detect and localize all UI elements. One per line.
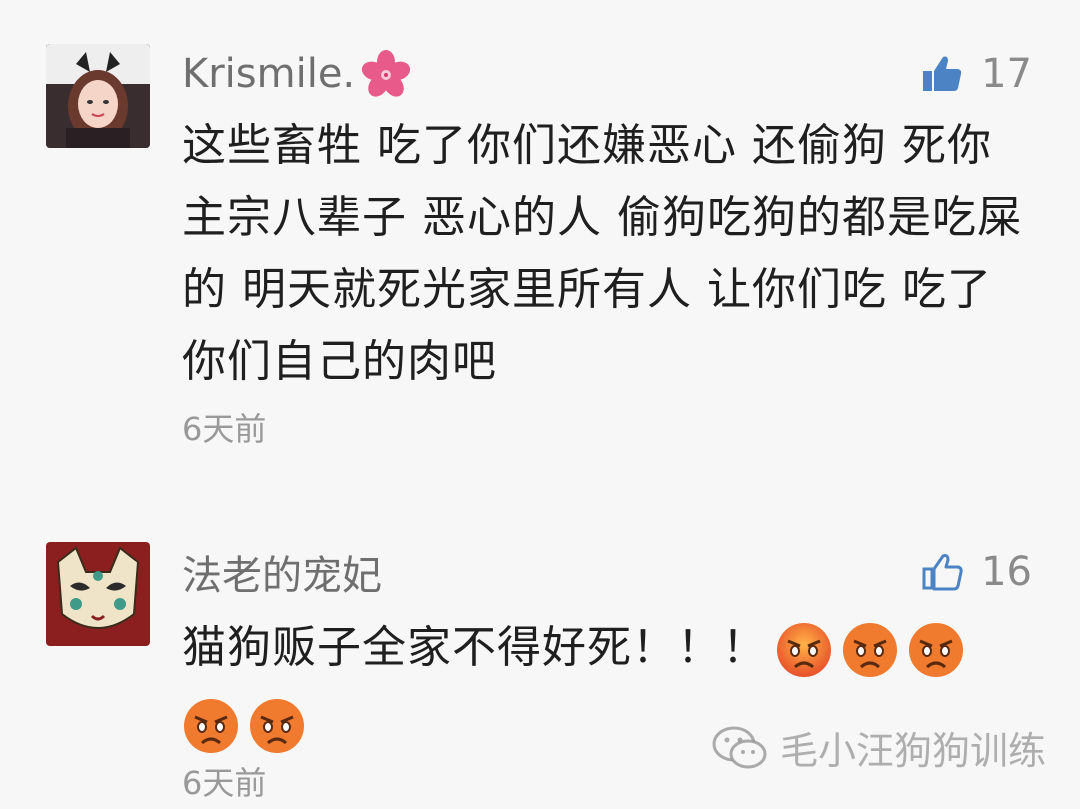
username-text: Krismile. xyxy=(182,51,356,97)
timestamp: 6天前 xyxy=(182,410,267,448)
angry-face-icon xyxy=(182,697,240,755)
angry-face-icon xyxy=(248,697,306,755)
wechat-icon xyxy=(712,726,768,770)
username[interactable]: Krismile. xyxy=(182,44,413,104)
like-count: 16 xyxy=(981,549,1032,595)
thumbs-up-icon[interactable] xyxy=(921,53,963,95)
like-count: 17 xyxy=(981,51,1032,97)
username-text: 法老的宠妃 xyxy=(182,553,382,599)
username[interactable]: 法老的宠妃 xyxy=(182,542,382,602)
watermark-text: 毛小汪狗狗训练 xyxy=(779,729,1046,773)
avatar[interactable] xyxy=(46,542,150,646)
angry-face-icon xyxy=(907,621,965,679)
like-control[interactable]: 16 xyxy=(921,542,1032,602)
avatar[interactable] xyxy=(46,44,150,148)
flower-icon xyxy=(359,47,413,101)
angry-face-icon xyxy=(775,621,833,679)
thumbs-up-outline-icon[interactable] xyxy=(921,551,963,593)
angry-face-icon xyxy=(841,621,899,679)
like-control[interactable]: 17 xyxy=(921,44,1032,104)
comment-text-content: 猫狗贩子全家不得好死！！！ xyxy=(182,622,767,673)
comment-text: 这些畜牲 吃了你们还嫌恶心 还偷狗 死你主宗八辈子 恶心的人 偷狗吃狗的都是吃屎… xyxy=(182,120,1022,387)
timestamp: 6天前 xyxy=(182,764,267,802)
watermark: 毛小汪狗狗训练 xyxy=(712,720,1046,775)
